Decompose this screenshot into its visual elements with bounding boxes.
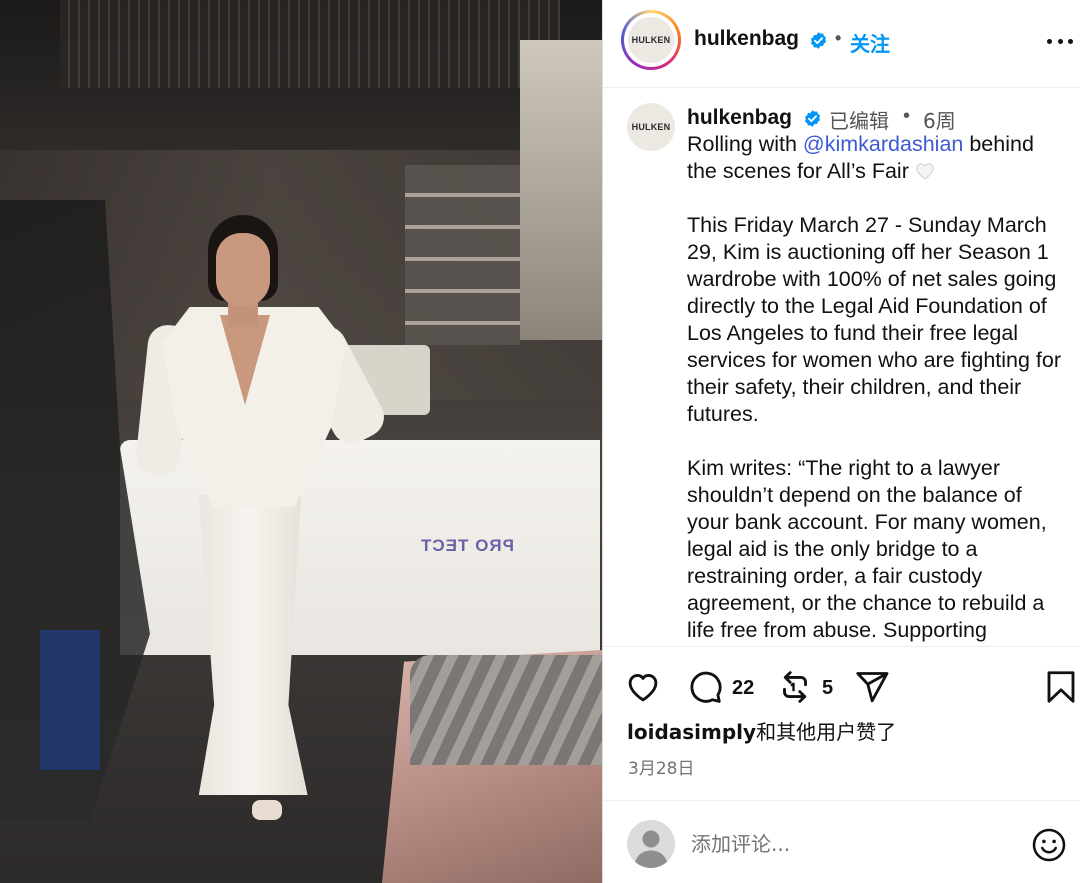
photo-shoe [252,800,282,820]
follow-button[interactable]: 关注 [850,28,890,57]
mention-link[interactable]: @kimkardashian [803,132,963,156]
repost-icon[interactable] [777,669,813,705]
author-username[interactable]: hulkenbag [694,27,799,51]
header-separator: • [835,28,842,48]
edited-label: 已编辑 [829,109,889,133]
post-detail-panel: HULKEN hulkenbag • 关注 HULKEN hulkenbag 已… [602,0,1080,883]
bookmark-icon[interactable] [1043,669,1079,705]
heart-icon[interactable] [625,669,661,705]
white-heart-emoji [916,163,934,180]
post-age[interactable]: 6周 [923,105,956,134]
action-bar: 22 5 [603,646,1080,726]
verified-badge-icon [804,110,821,127]
caption-paragraph-2: This Friday March 27 - Sunday March 29, … [687,213,1062,426]
caption-separator: • [903,105,911,127]
photo-window [520,40,602,340]
avatar-logo-text: HULKEN [631,35,671,45]
post-header: HULKEN hulkenbag • 关注 [603,0,1080,88]
likes-summary[interactable]: loidasimply和其他用户赞了 [627,716,896,745]
photo-dress-skirt [198,495,308,795]
emoji-icon[interactable] [1031,827,1067,863]
caption-author-avatar[interactable]: HULKEN [627,103,675,151]
post-photo[interactable]: PRO TECT [0,0,602,883]
more-options-icon[interactable] [1045,26,1075,56]
caption-paragraph-1: Rolling with @kimkardashian behind the s… [687,132,1034,183]
comment-bar [603,800,1080,883]
comment-input[interactable] [691,827,1011,861]
post-date[interactable]: 3月28日 [628,754,694,779]
author-avatar: HULKEN [628,17,674,63]
photo-shelf [405,165,520,345]
verified-badge-icon [810,32,827,49]
likes-rest-text: 和其他用户赞了 [756,720,897,744]
caption-author-username[interactable]: hulkenbag [687,106,792,130]
liker-username[interactable]: loidasimply [627,720,756,744]
avatar-logo-text: HULKEN [631,122,671,132]
repost-count[interactable]: 5 [822,677,833,700]
share-icon[interactable] [854,669,890,705]
caption-text: Rolling with @kimkardashian behind the s… [687,131,1067,646]
comment-count[interactable]: 22 [732,677,754,700]
post-caption-area: HULKEN hulkenbag 已编辑 • 6周 Rolling with @… [603,89,1080,646]
photo-person [134,215,392,827]
photo-face [216,233,270,307]
current-user-avatar[interactable] [627,820,675,868]
photo-table-text: PRO TECT [420,536,514,555]
photo-rig-case [40,630,100,770]
photo-balcony [60,0,560,88]
comment-icon[interactable] [687,669,723,705]
caption-paragraph-3: Kim writes: “The right to a lawyer shoul… [687,456,1047,642]
photo-bag-contents [410,655,602,765]
author-avatar-story-ring[interactable]: HULKEN [621,10,681,70]
default-avatar-icon [627,820,675,868]
